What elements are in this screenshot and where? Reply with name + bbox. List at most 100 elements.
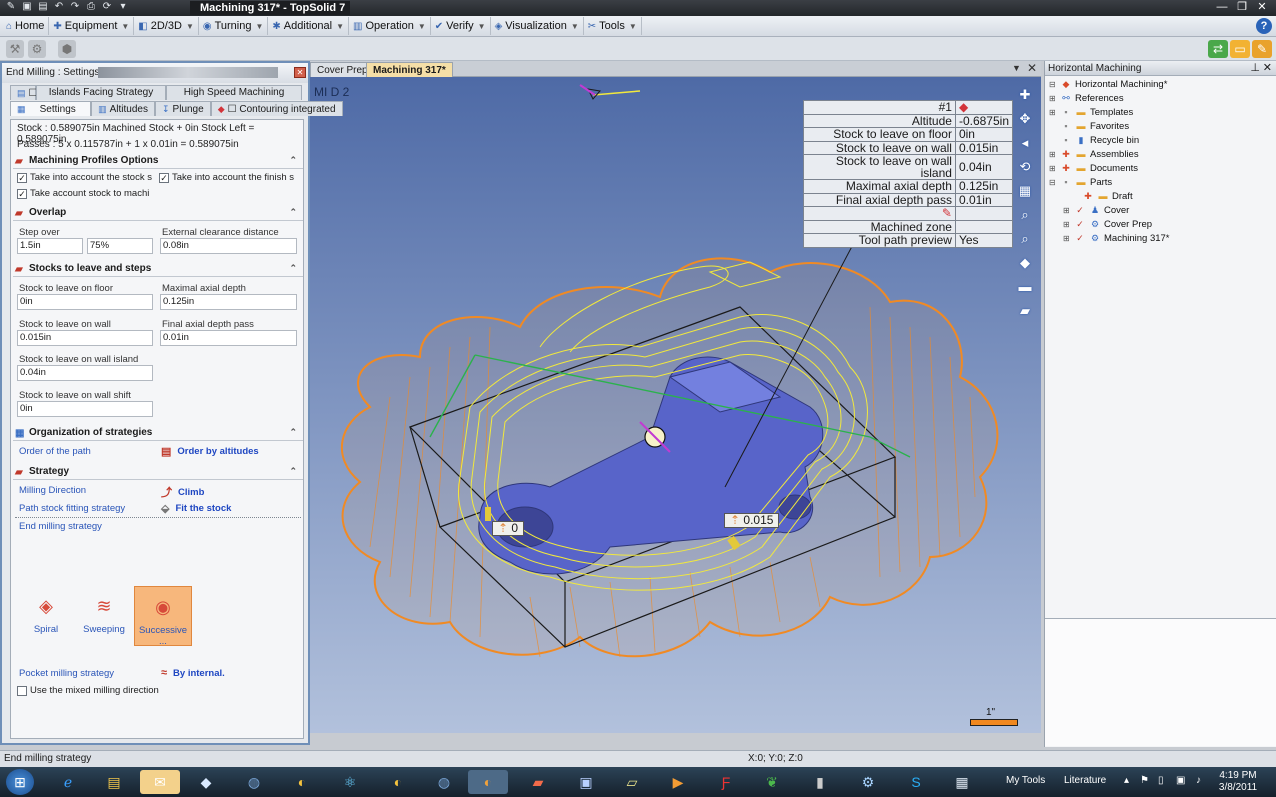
tab-plunge[interactable]: ↧ Plunge — [155, 101, 211, 116]
menu-operation[interactable]: ▥ Operation ▼ — [349, 17, 431, 35]
collapse-toggle-icon[interactable]: ⊟ — [1049, 80, 1058, 89]
explorer-icon[interactable]: ▤ — [94, 770, 134, 794]
close-button[interactable]: ✕ — [1252, 0, 1272, 15]
redo-icon[interactable]: ↷ — [68, 1, 82, 14]
panel-close-button[interactable]: ✕ — [294, 67, 306, 78]
tree-node-templates[interactable]: ⊞ ▪ ▬ Templates — [1049, 107, 1133, 118]
tree-node-recycle-bin[interactable]: ▪ ▮ Recycle bin — [1049, 135, 1139, 146]
check-stock-machi[interactable]: ✓ Take account stock to machi — [17, 188, 149, 199]
media-icon[interactable]: ▶ — [658, 770, 698, 794]
globe-2-icon[interactable]: ◍ — [424, 770, 464, 794]
tab-checkbox[interactable]: ▤ ☐ — [10, 85, 37, 100]
app-logo-icon[interactable]: ✎ — [4, 1, 18, 14]
ext-clearance-input[interactable]: 0.08in — [160, 238, 297, 254]
tree-node-root[interactable]: ⊟ ◆ Horizontal Machining* — [1049, 79, 1167, 90]
check-mixed-milling[interactable]: Use the mixed milling direction — [17, 685, 159, 696]
collapse-toggle-icon[interactable]: ⊟ — [1049, 178, 1058, 187]
strategy-successive[interactable]: ◉ Successive ... — [134, 586, 192, 647]
tool-a-icon[interactable]: ⚒ — [6, 40, 24, 58]
table-row[interactable]: Maximal axial depth 0.125in — [803, 179, 1014, 194]
tab-settings[interactable]: ▦ Settings — [10, 101, 92, 116]
collapse-icon[interactable]: ⌃ — [289, 425, 297, 440]
tree-node-parts[interactable]: ⊟ ▪ ▬ Parts — [1049, 177, 1112, 188]
save-icon[interactable]: ▣ — [20, 1, 34, 14]
milling-direction-value[interactable]: ⤴ Climb — [161, 484, 204, 500]
table-row[interactable]: Machined zone — [803, 219, 1014, 234]
menu-equipment[interactable]: ✚ Equipment ▼ — [49, 17, 135, 35]
tag-icon[interactable]: ▭ — [1230, 40, 1250, 58]
expand-toggle-icon[interactable]: ⊞ — [1063, 220, 1072, 229]
tree-node-draft[interactable]: ✚ ▬ Draft — [1071, 191, 1132, 202]
check-finish-s[interactable]: ✓ Take into account the finish s — [159, 172, 294, 183]
device-icon[interactable]: ▮ — [800, 770, 840, 794]
milling-direction-link[interactable]: Milling Direction — [19, 485, 86, 496]
atom-icon[interactable]: ⚛ — [330, 770, 370, 794]
stock-callout-wall[interactable]: ⇡ 0.015 — [724, 513, 780, 528]
3d-viewport[interactable]: MI D 2 #1 ◆ Altitude -0.6875in Stock to le… — [310, 77, 1041, 733]
max-axial-input[interactable]: 0.125in — [160, 294, 297, 310]
tree-node-machining-317[interactable]: ⊞ ✓ ⚙ Machining 317* — [1063, 233, 1170, 244]
checkbox-checked[interactable]: ✓ — [17, 188, 27, 199]
table-row[interactable]: Stock to leave on wall 0.015in — [803, 140, 1014, 155]
folder-taskbar-icon[interactable]: ◆ — [186, 770, 226, 794]
tree-node-favorites[interactable]: ▪ ▬ Favorites — [1049, 121, 1129, 132]
table-row[interactable]: #1 ◆ — [803, 100, 1014, 115]
table-row[interactable]: Altitude -0.6875in — [803, 113, 1014, 128]
tab-islands-facing[interactable]: Islands Facing Strategy — [36, 85, 166, 100]
expand-toggle-icon[interactable]: ⊞ — [1049, 94, 1058, 103]
globe-icon[interactable]: ◍ — [234, 770, 274, 794]
rotate-icon[interactable]: ⟲ — [1017, 159, 1033, 175]
check-stock-s[interactable]: ✓ Take into account the stock s — [17, 172, 152, 183]
print-icon[interactable]: ⎙ — [84, 1, 98, 14]
final-axial-input[interactable]: 0.01in — [160, 330, 297, 346]
leaf-icon[interactable]: ❦ — [752, 770, 792, 794]
ie-icon[interactable]: ℯ — [48, 770, 88, 794]
display-mode-icon[interactable]: ▬ — [1017, 279, 1033, 295]
expand-toggle-icon[interactable]: ⊞ — [1063, 206, 1072, 215]
network-icon[interactable]: ⚙ — [848, 770, 888, 794]
window-view-icon[interactable]: ▦ — [1017, 183, 1033, 199]
table-row[interactable]: Tool path preview Yes — [803, 233, 1014, 248]
floor-input[interactable]: 0in — [17, 294, 153, 310]
start-button[interactable]: ⊞ — [6, 769, 34, 795]
strategy-sweeping[interactable]: ≋ Sweeping — [75, 586, 133, 646]
topsolid-taskbar-icon[interactable]: ◐ — [468, 770, 508, 794]
section-stocks[interactable]: ▰ Stocks to leave and steps ⌃ — [13, 261, 303, 277]
zoom-in-icon[interactable]: ✚ — [1017, 87, 1033, 103]
help-icon[interactable]: ? — [1256, 18, 1272, 34]
collapse-icon[interactable]: ⌃ — [289, 261, 297, 276]
collapse-icon[interactable]: ⌃ — [289, 205, 297, 220]
my-tools-toolbar[interactable]: My Tools — [1006, 775, 1045, 786]
tree-node-cover-prep[interactable]: ⊞ ✓ ⚙ Cover Prep — [1063, 219, 1152, 230]
options-icon[interactable]: ▾ — [116, 1, 130, 14]
tree-node-documents[interactable]: ⊞ ✚ ▬ Documents — [1049, 163, 1138, 174]
system-clock[interactable]: 4:19 PM 3/8/2011 — [1218, 770, 1258, 794]
path-fitting-value[interactable]: ⬙ Fit the stock — [161, 502, 231, 515]
tray-volume-icon[interactable]: ♪ — [1196, 775, 1201, 786]
expand-toggle-icon[interactable]: ⊞ — [1049, 164, 1058, 173]
expand-toggle-icon[interactable]: ⊞ — [1049, 108, 1058, 117]
menu-visualization[interactable]: ◈ Visualization ▼ — [491, 17, 584, 35]
close-icon[interactable]: ✕ — [1263, 61, 1272, 76]
tab-high-speed[interactable]: High Speed Machining — [166, 85, 302, 100]
tool-b-icon[interactable]: ⚙ — [28, 40, 46, 58]
calculator-icon[interactable]: ▦ — [942, 770, 982, 794]
close-document-icon[interactable]: ✕ — [1027, 61, 1037, 75]
checkbox-checked[interactable]: ✓ — [17, 172, 27, 183]
undo-icon[interactable]: ↶ — [52, 1, 66, 14]
wall-island-input[interactable]: 0.04in — [17, 365, 153, 381]
app-icon[interactable]: ◐ — [378, 770, 418, 794]
maximize-button[interactable]: ❐ — [1232, 0, 1252, 15]
notes-icon[interactable]: ▱ — [612, 770, 652, 794]
expand-toggle-icon[interactable]: ⊞ — [1063, 234, 1072, 243]
wall-shift-input[interactable]: 0in — [17, 401, 153, 417]
tree-node-cover[interactable]: ⊞ ✓ ♟ Cover — [1063, 205, 1129, 216]
table-row[interactable]: Stock to leave on floor 0in — [803, 127, 1014, 142]
sketch-icon[interactable]: ▣ — [566, 770, 606, 794]
tray-device-icon[interactable]: ▯ — [1158, 775, 1164, 786]
pocket-milling-value[interactable]: ≈ By internal. — [161, 667, 225, 679]
collapse-icon[interactable]: ⌃ — [289, 464, 297, 479]
section-organization[interactable]: ▦ Organization of strategies ⌃ — [13, 425, 303, 441]
cube-view-icon[interactable]: ◆ — [1017, 255, 1033, 271]
strategy-spiral[interactable]: ◈ Spiral — [17, 586, 75, 646]
